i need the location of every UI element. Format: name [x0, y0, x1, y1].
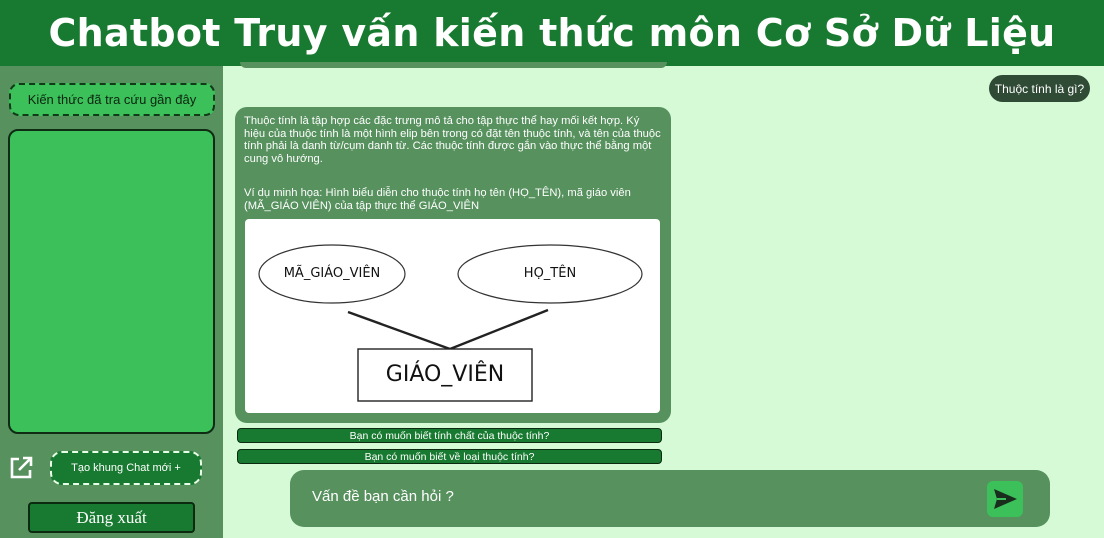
entity-label-giao-vien: GIÁO_VIÊN [385, 362, 505, 387]
user-message: Thuộc tính là gì? [989, 75, 1090, 102]
question-input[interactable]: Vấn đề bạn cần hỏi ? [312, 488, 454, 505]
bot-example-text: Ví dụ minh họa: Hình biểu diễn cho thuộc… [244, 187, 631, 212]
er-diagram: MÃ_GIÁO_VIÊN HỌ_TÊN GIÁO_VIÊN [245, 219, 660, 413]
edit-external-icon[interactable] [8, 455, 34, 481]
recent-knowledge-button[interactable]: Kiến thức đã tra cứu gần đây [9, 83, 215, 116]
edge-ma-giao-vien [347, 310, 451, 351]
edge-ho-ten [449, 308, 549, 351]
new-chat-button[interactable]: Tạo khung Chat mới + [50, 451, 202, 485]
message-composer: Vấn đề bạn cần hỏi ? [290, 470, 1050, 527]
sidebar: Kiến thức đã tra cứu gần đây Tạo khung C… [0, 66, 223, 538]
send-icon [994, 489, 1017, 509]
attribute-label-ma-giao-vien: MÃ_GIÁO_VIÊN [283, 266, 381, 281]
bot-answer-text: Thuộc tính là tập hợp các đặc trưng mô t… [244, 115, 661, 165]
chat-area: Thuộc tính là gì? Thuộc tính là tập hợp … [223, 62, 1104, 538]
suggestion-button-2[interactable]: Bạn có muốn biết về loại thuộc tính? [237, 449, 662, 464]
previous-message-edge [240, 62, 667, 68]
logout-button[interactable]: Đăng xuất [28, 502, 195, 533]
app-title: Chatbot Truy vấn kiến thức môn Cơ Sở Dữ … [48, 11, 1056, 55]
suggestion-button-1[interactable]: Bạn có muốn biết tính chất của thuộc tín… [237, 428, 662, 443]
app-header: Chatbot Truy vấn kiến thức môn Cơ Sở Dữ … [0, 0, 1104, 66]
attribute-label-ho-ten: HỌ_TÊN [523, 266, 577, 281]
send-button[interactable] [987, 481, 1023, 517]
bot-message: Thuộc tính là tập hợp các đặc trưng mô t… [235, 107, 671, 423]
recent-history-panel [8, 129, 215, 434]
